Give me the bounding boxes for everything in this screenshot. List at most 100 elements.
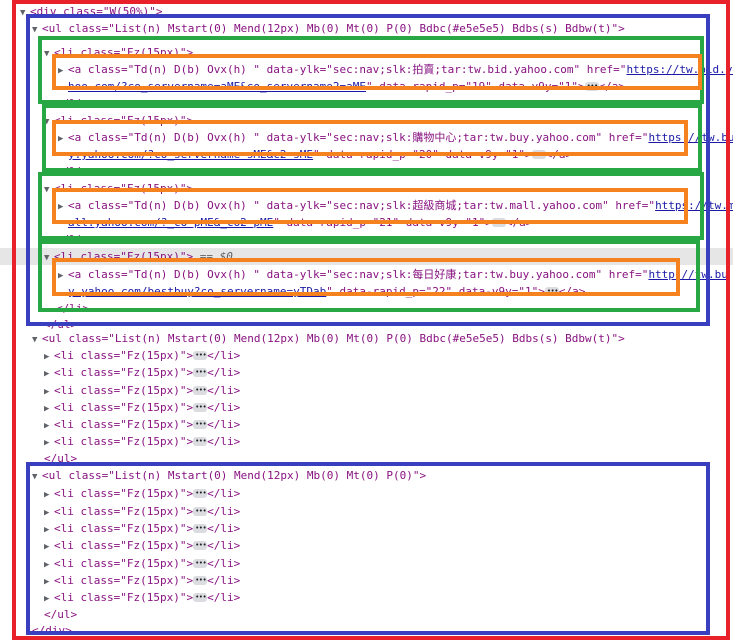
div-node[interactable]: ▼ <div class="W(50%)"> xyxy=(0,3,733,20)
ellipsis-icon[interactable] xyxy=(193,572,208,589)
li-open-tag: <li class="Fz(15px)"> xyxy=(54,418,194,431)
anchor-node-cont[interactable]: y.yahoo.com/?co_servername=sME&c2=sME" d… xyxy=(0,146,733,163)
anchor-href-link[interactable]: y.yahoo.com/bestbuy?co_servername=yTDab xyxy=(68,285,326,298)
anchor-href-link[interactable]: hoo.com/?co_servername=aME&co_servername… xyxy=(68,80,366,93)
anchor-open-tag: <a class="Td(n) D(b) Ovx(h) " data-ylk="… xyxy=(68,199,656,212)
li-collapsed[interactable]: ▶<li class="Fz(15px)"></li> xyxy=(0,433,733,450)
ul-node-2[interactable]: ▼ <ul class="List(n) Mstart(0) Mend(12px)… xyxy=(0,330,733,347)
li-close-tag: </li> xyxy=(207,591,241,604)
anchor-node-cont[interactable]: all.yahoo.com/?_co=pME&_co2=pME" data-ra… xyxy=(0,214,733,231)
li-close-tag: </li> xyxy=(207,522,241,535)
anchor-attrs: " data-rapid_p="21" data-v9y="1"> xyxy=(273,216,492,229)
ellipsis-icon[interactable] xyxy=(491,214,506,231)
anchor-node[interactable]: ▶ <a class="Td(n) D(b) Ovx(h) " data-ylk=… xyxy=(0,197,733,214)
anchor-href-link[interactable]: all.yahoo.com/?_co=pME&_co2=pME xyxy=(68,216,273,229)
anchor-open-tag: <a class="Td(n) D(b) Ovx(h) " data-ylk="… xyxy=(68,268,649,281)
ul-node-3[interactable]: ▼ <ul class="List(n) Mstart(0) Mend(12px)… xyxy=(0,467,733,484)
li-open-tag: <li class="Fz(15px)"> xyxy=(54,384,194,397)
li-node[interactable]: ▼ <li class="Fz(15px)"> == $0 xyxy=(0,248,733,265)
li-close-tag: </li> xyxy=(56,97,90,110)
selected-marker: == $0 xyxy=(199,250,233,263)
triangle-down-icon[interactable]: ▼ xyxy=(32,469,42,486)
ellipsis-icon[interactable] xyxy=(544,283,559,300)
li-open-tag: <li class="Fz(15px)"> xyxy=(54,46,194,59)
li-node[interactable]: ▼ <li class="Fz(15px)"> xyxy=(0,180,733,197)
anchor-href-link[interactable]: y.yahoo.com/?co_servername=sME&c2=sME xyxy=(68,148,313,161)
ellipsis-icon[interactable] xyxy=(193,399,208,416)
ellipsis-icon[interactable] xyxy=(193,382,208,399)
ellipsis-icon[interactable] xyxy=(193,520,208,537)
ul-close-tag: </ul> xyxy=(44,452,78,465)
li-close-tag: </li> xyxy=(207,574,241,587)
div-close[interactable]: </div> xyxy=(0,622,733,639)
li-close-tag: </li> xyxy=(207,366,241,379)
li-collapsed[interactable]: ▶<li class="Fz(15px)"></li> xyxy=(0,503,733,520)
li-open-tag: <li class="Fz(15px)"> xyxy=(54,505,194,518)
ul-close-2[interactable]: </ul> xyxy=(0,450,733,467)
ul-close-3[interactable]: </ul> xyxy=(0,606,733,623)
li-collapsed[interactable]: ▶<li class="Fz(15px)"></li> xyxy=(0,347,733,364)
li-open-tag: <li class="Fz(15px)"> xyxy=(54,539,194,552)
li-collapsed[interactable]: ▶<li class="Fz(15px)"></li> xyxy=(0,537,733,554)
anchor-node-cont[interactable]: y.yahoo.com/bestbuy?co_servername=yTDab"… xyxy=(0,283,733,300)
ellipsis-icon[interactable] xyxy=(193,433,208,450)
li-close[interactable]: </li> xyxy=(0,300,733,317)
triangle-down-icon[interactable]: ▼ xyxy=(32,22,42,39)
li-node[interactable]: ▼ <li class="Fz(15px)"> xyxy=(0,44,733,61)
li-node[interactable]: ▼ <li class="Fz(15px)"> xyxy=(0,112,733,129)
div-close-tag: </div> xyxy=(32,624,72,637)
li-open-tag: <li class="Fz(15px)"> xyxy=(54,591,194,604)
li-open-tag: <li class="Fz(15px)"> xyxy=(54,114,194,127)
ul-node-1[interactable]: ▼ <ul class="List(n) Mstart(0) Mend(12px)… xyxy=(0,20,733,37)
li-close[interactable]: </li> xyxy=(0,231,733,248)
anchor-node-cont[interactable]: hoo.com/?co_servername=aME&co_servername… xyxy=(0,78,733,95)
li-collapsed[interactable]: ▶<li class="Fz(15px)"></li> xyxy=(0,399,733,416)
li-collapsed[interactable]: ▶<li class="Fz(15px)"></li> xyxy=(0,382,733,399)
ellipsis-icon[interactable] xyxy=(193,503,208,520)
ellipsis-icon[interactable] xyxy=(193,485,208,502)
ellipsis-icon[interactable] xyxy=(584,78,599,95)
li-close-tag: </li> xyxy=(207,384,241,397)
anchor-href-link[interactable]: https://tw.bu xyxy=(648,131,733,144)
ul-open-tag: <ul class="List(n) Mstart(0) Mend(12px) … xyxy=(42,469,427,482)
ellipsis-icon[interactable] xyxy=(193,589,208,606)
anchor-href-link[interactable]: https://tw.m xyxy=(655,199,733,212)
anchor-node[interactable]: ▶ <a class="Td(n) D(b) Ovx(h) " data-ylk=… xyxy=(0,266,733,283)
li-close[interactable]: </li> xyxy=(0,95,733,112)
li-open-tag: <li class="Fz(15px)"> xyxy=(54,366,194,379)
ellipsis-icon[interactable] xyxy=(193,416,208,433)
anchor-open-tag: <a class="Td(n) D(b) Ovx(h) " data-ylk="… xyxy=(68,63,627,76)
triangle-right-icon[interactable]: ▶ xyxy=(44,487,54,504)
li-close-tag: </li> xyxy=(207,418,241,431)
ul-open-tag: <ul class="List(n) Mstart(0) Mend(12px) … xyxy=(42,22,625,35)
anchor-href-link[interactable]: https://tw.bid.ya xyxy=(626,63,733,76)
li-close-tag: </li> xyxy=(207,401,241,414)
li-close-tag: </li> xyxy=(207,435,241,448)
anchor-href-link[interactable]: http://tw.bu xyxy=(648,268,727,281)
anchor-node[interactable]: ▶ <a class="Td(n) D(b) Ovx(h) " data-ylk=… xyxy=(0,61,733,78)
li-close-tag: </li> xyxy=(56,233,90,246)
ellipsis-icon[interactable] xyxy=(193,364,208,381)
li-close-tag: </li> xyxy=(56,165,90,178)
li-collapsed[interactable]: ▶<li class="Fz(15px)"></li> xyxy=(0,589,733,606)
li-collapsed[interactable]: ▶<li class="Fz(15px)"> </li> xyxy=(0,364,733,381)
anchor-node[interactable]: ▶ <a class="Td(n) D(b) Ovx(h) " data-ylk=… xyxy=(0,129,733,146)
ellipsis-icon[interactable] xyxy=(193,555,208,572)
ul-open-tag: <ul class="List(n) Mstart(0) Mend(12px) … xyxy=(42,332,625,345)
li-collapsed[interactable]: ▶<li class="Fz(15px)"></li> xyxy=(0,485,733,502)
li-close-tag: </li> xyxy=(56,302,90,315)
ellipsis-icon[interactable] xyxy=(193,347,208,364)
li-open-tag: <li class="Fz(15px)"> xyxy=(54,182,194,195)
ellipsis-icon[interactable] xyxy=(531,146,546,163)
li-collapsed[interactable]: ▶<li class="Fz(15px)"></li> xyxy=(0,572,733,589)
triangle-down-icon[interactable]: ▼ xyxy=(44,250,54,267)
ellipsis-icon[interactable] xyxy=(193,537,208,554)
li-collapsed[interactable]: ▶<li class="Fz(15px)"></li> xyxy=(0,555,733,572)
triangle-right-icon[interactable]: ▶ xyxy=(44,539,54,556)
li-collapsed[interactable]: ▶<li class="Fz(15px)"></li> xyxy=(0,416,733,433)
li-open-tag: <li class="Fz(15px)"> xyxy=(54,487,194,500)
li-close[interactable]: </li> xyxy=(0,163,733,180)
triangle-right-icon[interactable]: ▶ xyxy=(44,366,54,383)
li-collapsed[interactable]: ▶<li class="Fz(15px)"></li> xyxy=(0,520,733,537)
